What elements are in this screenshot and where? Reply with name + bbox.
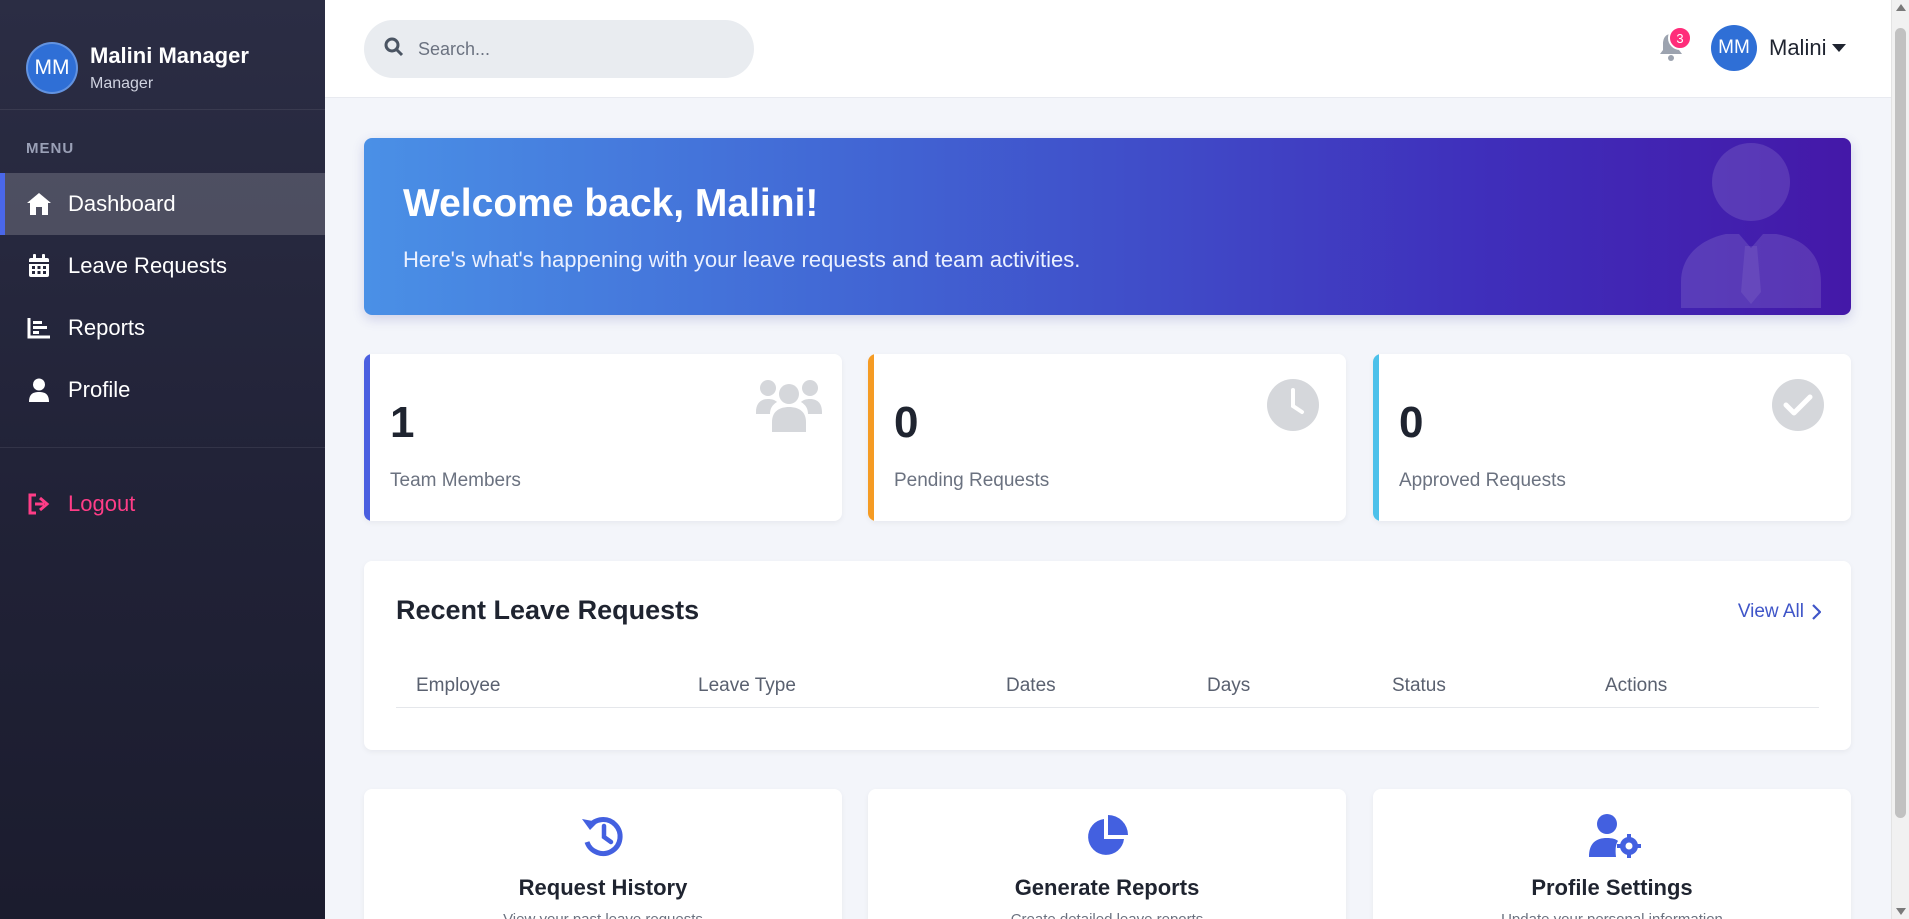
notification-badge: 3 — [1668, 26, 1692, 50]
column-header-employee[interactable]: Employee — [416, 675, 501, 697]
user-cog-icon — [1589, 813, 1641, 859]
quick-action-title: Request History — [518, 875, 688, 900]
search-input[interactable] — [418, 38, 738, 60]
view-all-label: View All — [1737, 601, 1804, 622]
recent-leave-requests-card: Recent Leave Requests View All Employee … — [364, 561, 1851, 750]
sidebar-item-label: Leave Requests — [68, 253, 227, 278]
stat-label: Pending Requests — [894, 470, 1050, 491]
sidebar-divider — [0, 447, 325, 448]
calendar-icon — [26, 253, 52, 279]
stat-label: Team Members — [390, 470, 521, 491]
sidebar-item-label: Profile — [68, 377, 131, 402]
welcome-subtitle: Here's what's happening with your leave … — [403, 247, 1081, 272]
search-box[interactable] — [364, 20, 754, 78]
sidebar-item-profile[interactable]: Profile — [0, 359, 325, 421]
section-title: Recent Leave Requests — [396, 595, 700, 625]
quick-action-generate-reports[interactable]: Generate Reports Create detailed leave r… — [868, 789, 1346, 919]
logout-icon — [26, 491, 52, 517]
user-icon — [26, 377, 52, 403]
user-tie-icon — [1681, 142, 1831, 308]
avatar: MM — [1711, 25, 1757, 71]
quick-action-description: Create detailed leave reports — [868, 911, 1346, 919]
logout-label: Logout — [68, 491, 136, 516]
sidebar-item-dashboard[interactable]: Dashboard — [0, 173, 325, 235]
table-header: Employee Leave Type Dates Days Status Ac… — [396, 664, 1819, 708]
topbar: 3 MM Malini — [325, 0, 1891, 98]
column-header-days[interactable]: Days — [1207, 675, 1250, 697]
chart-icon — [26, 315, 52, 341]
stat-card-pending-requests: 0 Pending Requests — [868, 354, 1346, 521]
sidebar-item-label: Reports — [68, 315, 146, 340]
stat-card-team-members: 1 Team Members — [364, 354, 842, 521]
check-circle-icon — [1765, 378, 1827, 432]
column-header-actions: Actions — [1605, 675, 1668, 696]
menu-heading: MENU — [26, 140, 75, 157]
chevron-down-icon — [1832, 44, 1847, 52]
quick-action-description: View your past leave requests — [364, 911, 842, 919]
stat-value: 0 — [894, 398, 919, 447]
logout-button[interactable]: Logout — [0, 474, 325, 534]
scroll-down-arrow[interactable] — [1896, 908, 1906, 915]
quick-action-title: Generate Reports — [1014, 875, 1200, 900]
user-menu[interactable]: MM Malini — [1711, 25, 1847, 71]
stat-label: Approved Requests — [1399, 470, 1566, 491]
column-header-status[interactable]: Status — [1392, 675, 1446, 697]
view-all-link[interactable]: View All — [1738, 601, 1821, 623]
sidebar: MM Malini Manager Manager MENU Dashboard… — [0, 0, 325, 919]
quick-action-description: Update your personal information — [1373, 911, 1851, 919]
vertical-scrollbar[interactable] — [1891, 0, 1909, 919]
quick-action-title: Profile Settings — [1531, 875, 1693, 900]
scroll-up-arrow[interactable] — [1896, 4, 1906, 11]
users-icon — [756, 378, 822, 432]
welcome-title: Welcome back, Malini! — [403, 182, 819, 225]
scroll-thumb[interactable] — [1895, 28, 1906, 818]
user-name: Malini — [1769, 35, 1827, 60]
quick-action-request-history[interactable]: Request History View your past leave req… — [364, 789, 842, 919]
pie-chart-icon — [1084, 813, 1130, 859]
quick-action-profile-settings[interactable]: Profile Settings Update your personal in… — [1373, 789, 1851, 919]
column-header-leave-type[interactable]: Leave Type — [698, 675, 796, 697]
sidebar-user-name: Malini Manager — [90, 42, 249, 68]
sidebar-user-role: Manager — [90, 74, 154, 92]
sidebar-item-reports[interactable]: Reports — [0, 297, 325, 359]
welcome-banner: Welcome back, Malini! Here's what's happ… — [364, 138, 1851, 315]
sidebar-user: MM Malini Manager Manager — [0, 0, 325, 110]
stat-card-approved-requests: 0 Approved Requests — [1373, 354, 1851, 521]
sidebar-item-leave-requests[interactable]: Leave Requests — [0, 235, 325, 297]
sidebar-item-label: Dashboard — [68, 191, 176, 216]
column-header-dates[interactable]: Dates — [1006, 675, 1056, 697]
search-icon — [384, 37, 404, 62]
clock-icon — [1260, 378, 1322, 432]
stat-value: 0 — [1399, 398, 1424, 447]
history-icon — [580, 813, 626, 859]
stat-value: 1 — [390, 398, 415, 447]
avatar[interactable]: MM — [26, 41, 78, 94]
home-icon — [26, 191, 52, 217]
chevron-right-icon — [1812, 604, 1821, 620]
